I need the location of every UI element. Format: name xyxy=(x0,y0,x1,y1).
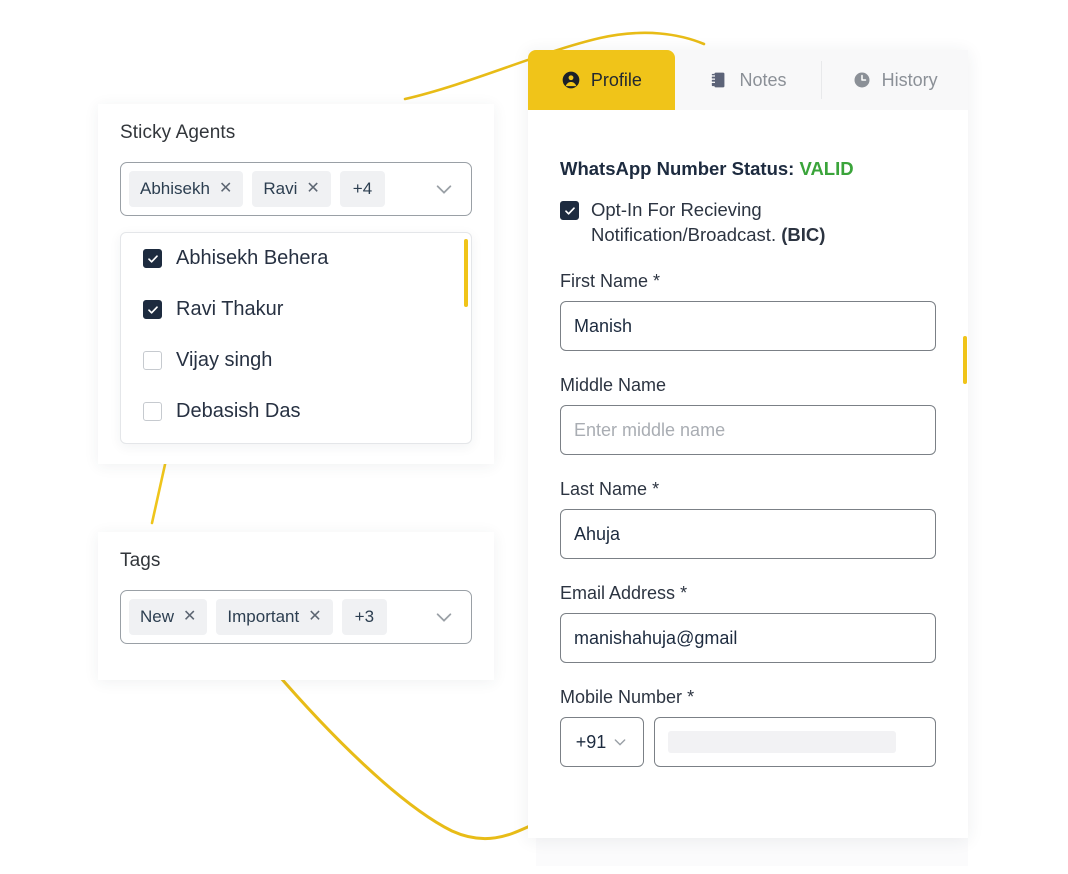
last-name-label: Last Name * xyxy=(560,479,936,500)
sticky-agents-label: Sticky Agents xyxy=(120,122,236,143)
whatsapp-status-label: WhatsApp Number Status: xyxy=(560,158,795,179)
label-text: Last Name xyxy=(560,479,648,500)
chevron-down-icon[interactable] xyxy=(433,178,455,200)
mobile-number-label: Mobile Number * xyxy=(560,687,936,708)
checkbox-unchecked[interactable] xyxy=(143,402,162,421)
checkbox-checked[interactable] xyxy=(143,300,162,319)
required-marker: * xyxy=(687,687,695,708)
screen-root: Sticky Agents Abhisekh ✕ Ravi ✕ +4 Abhis… xyxy=(0,0,1068,874)
chip[interactable]: Ravi ✕ xyxy=(252,171,331,207)
email-field[interactable] xyxy=(560,613,936,664)
mobile-number-row: +91 xyxy=(560,717,936,768)
check-icon xyxy=(147,305,158,314)
list-item-label: Vijay singh xyxy=(176,349,273,371)
check-icon xyxy=(147,254,158,263)
panel-scrollbar[interactable] xyxy=(963,336,967,384)
panel-bottom-strip xyxy=(536,838,968,866)
list-item-label: Abhisekh Behera xyxy=(176,247,329,269)
optin-bic: (BIC) xyxy=(781,223,826,245)
chevron-down-icon xyxy=(614,739,626,746)
check-icon xyxy=(564,206,575,215)
checkbox-checked[interactable] xyxy=(143,249,162,268)
label-text: Middle Name xyxy=(560,375,667,396)
sticky-agents-multiselect[interactable]: Abhisekh ✕ Ravi ✕ +4 xyxy=(120,162,472,216)
mobile-number-field[interactable] xyxy=(654,717,936,768)
list-item[interactable]: Abhisekh Behera xyxy=(121,233,471,284)
label-text: Email Address xyxy=(560,583,676,604)
list-item-label: Ravi Thakur xyxy=(176,298,284,320)
contact-detail-panel: Profile Notes History WhatsApp Number St… xyxy=(528,50,968,838)
first-name-field[interactable] xyxy=(560,301,936,352)
checkbox-unchecked[interactable] xyxy=(143,351,162,370)
tab-label: History xyxy=(881,69,938,90)
profile-form: WhatsApp Number Status: VALID Opt-In For… xyxy=(528,110,968,838)
sticky-agents-dropdown-list[interactable]: Abhisekh Behera Ravi Thakur Vijay singh … xyxy=(120,232,472,444)
required-marker: * xyxy=(653,271,661,292)
optin-line-1: Opt-In For Recieving xyxy=(591,199,762,220)
middle-name-field[interactable] xyxy=(560,405,936,456)
tags-label: Tags xyxy=(120,550,161,571)
clock-icon xyxy=(854,72,870,88)
label-text: Mobile Number xyxy=(560,687,683,708)
country-code-select[interactable]: +91 xyxy=(560,717,644,768)
chevron-down-icon[interactable] xyxy=(433,606,455,628)
decorative-curve-bottom xyxy=(272,668,532,840)
list-item[interactable]: Debasish Das xyxy=(121,386,471,437)
close-icon[interactable]: ✕ xyxy=(306,181,319,197)
chip-label: Ravi xyxy=(263,179,298,198)
first-name-label: First Name * xyxy=(560,271,936,292)
country-code-value: +91 xyxy=(575,731,607,752)
tab-history[interactable]: History xyxy=(821,50,968,110)
tags-multiselect[interactable]: New ✕ Important ✕ +3 xyxy=(120,590,472,644)
tab-notes[interactable]: Notes xyxy=(675,50,822,110)
optin-label: Opt-In For Recieving Notification/Broadc… xyxy=(591,198,825,247)
required-marker: * xyxy=(680,583,688,604)
status-badge: VALID xyxy=(799,158,854,179)
dropdown-scrollbar[interactable] xyxy=(464,239,468,307)
list-item[interactable]: Vijay singh xyxy=(121,335,471,386)
close-icon[interactable]: ✕ xyxy=(183,609,196,625)
tab-label: Profile xyxy=(590,69,642,90)
middle-name-label: Middle Name xyxy=(560,375,936,396)
tab-label: Notes xyxy=(739,69,787,90)
chip[interactable]: New ✕ xyxy=(129,599,208,635)
optin-row[interactable]: Opt-In For Recieving Notification/Broadc… xyxy=(560,198,936,247)
optin-line-2: Notification/Broadcast. xyxy=(591,223,782,245)
tags-panel: Tags New ✕ Important ✕ +3 xyxy=(98,532,494,680)
redacted-value-placeholder xyxy=(668,731,896,754)
checkbox-checked[interactable] xyxy=(560,201,579,220)
close-icon[interactable]: ✕ xyxy=(219,181,232,197)
notebook-icon xyxy=(711,72,725,88)
whatsapp-status: WhatsApp Number Status: VALID xyxy=(560,158,936,180)
required-marker: * xyxy=(652,479,660,500)
chip-label: Abhisekh xyxy=(140,179,210,198)
list-item-label: Debasish Das xyxy=(176,400,301,422)
tab-bar: Profile Notes History xyxy=(528,50,968,110)
close-icon[interactable]: ✕ xyxy=(308,609,321,625)
chip-label: New xyxy=(140,607,175,626)
chip-overflow-count[interactable]: +3 xyxy=(341,599,388,635)
chip[interactable]: Abhisekh ✕ xyxy=(129,171,244,207)
last-name-field[interactable] xyxy=(560,509,936,560)
chip-overflow-count[interactable]: +4 xyxy=(339,171,386,207)
list-item[interactable]: Ravi Thakur xyxy=(121,284,471,335)
chip[interactable]: Important ✕ xyxy=(216,599,333,635)
email-address-label: Email Address * xyxy=(560,583,936,604)
chip-label: Important xyxy=(227,607,300,626)
user-circle-icon xyxy=(562,71,580,89)
tab-profile[interactable]: Profile xyxy=(528,50,675,110)
label-text: First Name xyxy=(560,271,649,292)
